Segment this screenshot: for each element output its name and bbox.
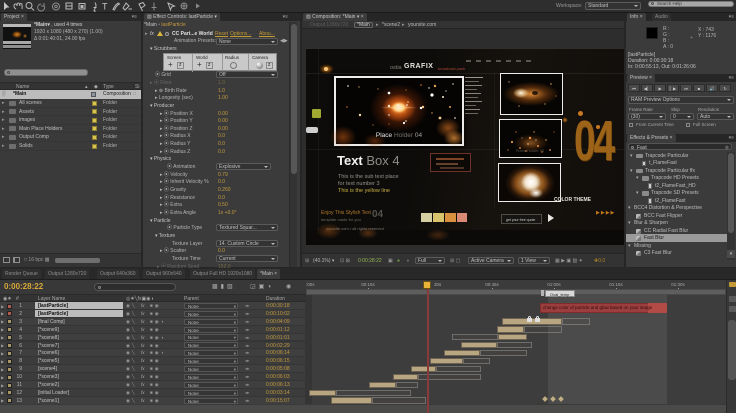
svg-text:T: T	[102, 2, 108, 12]
